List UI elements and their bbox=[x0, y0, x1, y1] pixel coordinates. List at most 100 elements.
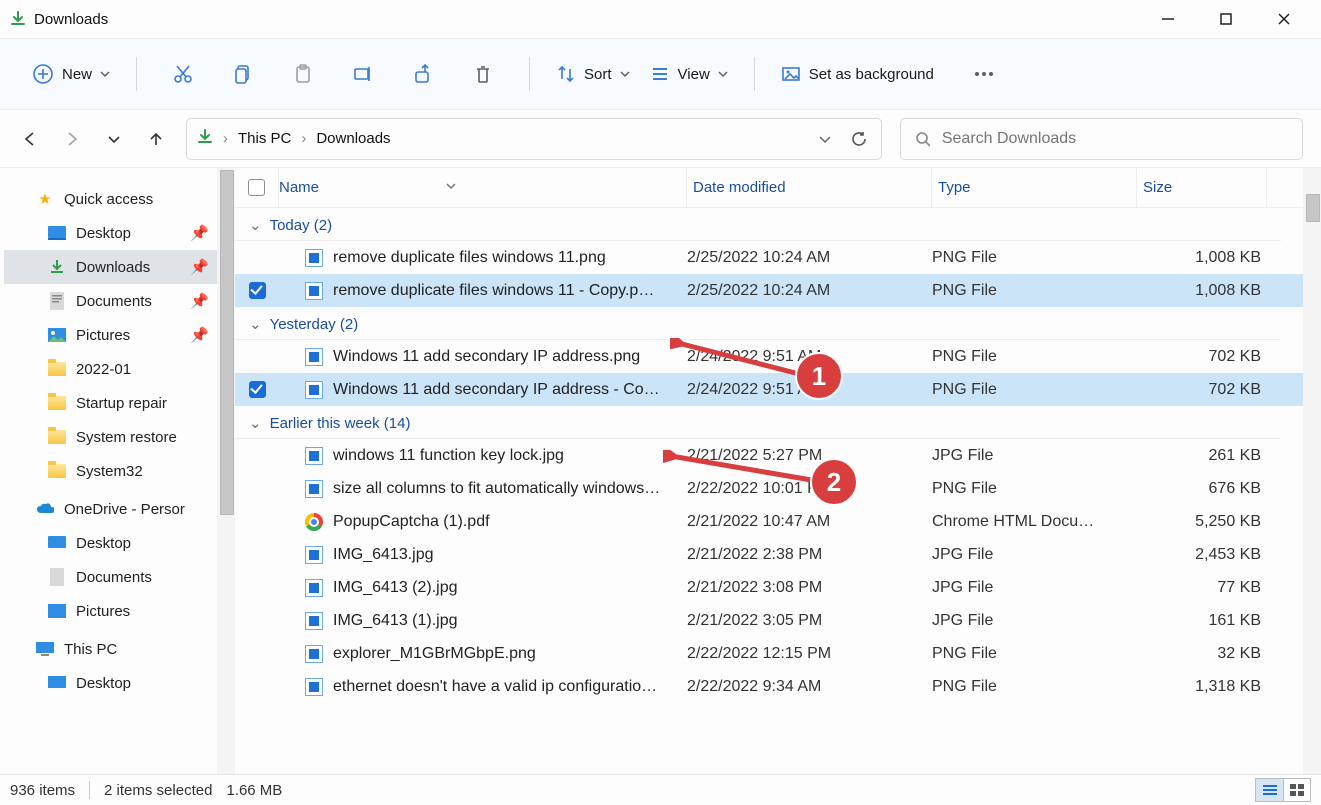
select-all-checkbox[interactable] bbox=[235, 168, 279, 207]
title-bar: Downloads bbox=[0, 0, 1321, 38]
chevron-down-icon bbox=[620, 69, 630, 79]
jpg-icon bbox=[305, 447, 323, 465]
file-row[interactable]: Windows 11 add secondary IP address - Co… bbox=[235, 373, 1321, 406]
delete-button[interactable] bbox=[463, 54, 503, 94]
png-icon bbox=[305, 282, 323, 300]
view-button[interactable]: View bbox=[640, 54, 738, 94]
sidebar-documents[interactable]: Documents📌 bbox=[4, 284, 235, 318]
sidebar-downloads[interactable]: Downloads📌 bbox=[4, 250, 235, 284]
chevron-right-icon: › bbox=[223, 130, 228, 147]
sidebar-startup-repair[interactable]: Startup repair bbox=[4, 386, 235, 420]
sidebar-scrollbar[interactable] bbox=[217, 168, 235, 774]
jpg-icon bbox=[305, 579, 323, 597]
file-row[interactable]: IMG_6413 (2).jpg2/21/2022 3:08 PMJPG Fil… bbox=[235, 571, 1321, 604]
file-row[interactable]: PopupCaptcha (1).pdf2/21/2022 10:47 AMCh… bbox=[235, 505, 1321, 538]
file-row[interactable]: windows 11 function key lock.jpg2/21/202… bbox=[235, 439, 1321, 472]
pin-icon: 📌 bbox=[190, 326, 209, 344]
sidebar-onedrive[interactable]: OneDrive - Persor bbox=[4, 492, 235, 526]
chevron-down-icon bbox=[445, 179, 457, 196]
png-icon bbox=[305, 249, 323, 267]
folder-icon bbox=[48, 428, 66, 446]
column-size[interactable]: Size bbox=[1137, 168, 1267, 207]
scrollbar-thumb[interactable] bbox=[1306, 194, 1320, 222]
scissors-icon bbox=[173, 64, 193, 84]
png-icon bbox=[305, 645, 323, 663]
nav-row: › This PC › Downloads bbox=[0, 110, 1321, 168]
sidebar-pc-desktop[interactable]: Desktop bbox=[4, 666, 235, 700]
sidebar-this-pc[interactable]: This PC bbox=[4, 632, 235, 666]
sidebar-od-documents[interactable]: Documents bbox=[4, 560, 235, 594]
new-button[interactable]: New bbox=[22, 54, 120, 94]
sidebar-od-desktop[interactable]: Desktop bbox=[4, 526, 235, 560]
file-row[interactable]: explorer_M1GBrMGbpE.png2/22/2022 12:15 P… bbox=[235, 637, 1321, 670]
view-label: View bbox=[678, 66, 710, 83]
pin-icon: 📌 bbox=[190, 292, 209, 310]
file-list: Name Date modified Type Size ⌄Today (2) … bbox=[235, 168, 1321, 774]
cloud-icon bbox=[36, 500, 54, 518]
sidebar-desktop[interactable]: Desktop📌 bbox=[4, 216, 235, 250]
chevron-down-icon: ⌄ bbox=[249, 414, 262, 432]
file-row[interactable]: Windows 11 add secondary IP address.png2… bbox=[235, 340, 1321, 373]
paste-button[interactable] bbox=[283, 54, 323, 94]
checkbox-checked[interactable] bbox=[249, 282, 266, 299]
group-today[interactable]: ⌄Today (2) bbox=[235, 208, 1281, 241]
column-date[interactable]: Date modified bbox=[687, 168, 932, 207]
set-background-button[interactable]: Set as background bbox=[771, 54, 944, 94]
content-scrollbar[interactable] bbox=[1303, 168, 1321, 774]
copy-icon bbox=[233, 64, 253, 84]
more-button[interactable] bbox=[964, 54, 1004, 94]
file-row[interactable]: size all columns to fit automatically wi… bbox=[235, 472, 1321, 505]
png-icon bbox=[305, 348, 323, 366]
rename-icon bbox=[353, 64, 373, 84]
group-earlier[interactable]: ⌄Earlier this week (14) bbox=[235, 406, 1281, 439]
address-bar[interactable]: › This PC › Downloads bbox=[186, 118, 882, 160]
column-type[interactable]: Type bbox=[932, 168, 1137, 207]
file-row[interactable]: remove duplicate files windows 11 - Copy… bbox=[235, 274, 1321, 307]
maximize-button[interactable] bbox=[1217, 10, 1235, 28]
search-box[interactable] bbox=[900, 118, 1303, 160]
chevron-down-icon: ⌄ bbox=[249, 216, 262, 234]
rename-button[interactable] bbox=[343, 54, 383, 94]
forward-button[interactable] bbox=[60, 127, 84, 151]
png-icon bbox=[305, 381, 323, 399]
refresh-button[interactable] bbox=[847, 127, 871, 151]
sidebar-pictures[interactable]: Pictures📌 bbox=[4, 318, 235, 352]
picture-icon bbox=[48, 602, 66, 620]
copy-button[interactable] bbox=[223, 54, 263, 94]
file-row[interactable]: IMG_6413 (1).jpg2/21/2022 3:05 PMJPG Fil… bbox=[235, 604, 1321, 637]
sidebar-od-pictures[interactable]: Pictures bbox=[4, 594, 235, 628]
command-bar: New Sort View Set as background bbox=[0, 38, 1321, 110]
details-view-button[interactable] bbox=[1255, 778, 1283, 802]
sidebar-system-restore[interactable]: System restore bbox=[4, 420, 235, 454]
file-row[interactable]: ethernet doesn't have a valid ip configu… bbox=[235, 670, 1321, 703]
sidebar-2022-01[interactable]: 2022-01 bbox=[4, 352, 235, 386]
back-button[interactable] bbox=[18, 127, 42, 151]
sidebar-system32[interactable]: System32 bbox=[4, 454, 235, 488]
search-input[interactable] bbox=[942, 130, 1288, 148]
ellipsis-icon bbox=[974, 71, 994, 77]
breadcrumb-root[interactable]: This PC bbox=[238, 130, 291, 147]
close-button[interactable] bbox=[1275, 10, 1293, 28]
scrollbar-thumb[interactable] bbox=[220, 170, 234, 515]
address-dropdown[interactable] bbox=[813, 127, 837, 151]
pin-icon: 📌 bbox=[190, 224, 209, 242]
group-yesterday[interactable]: ⌄Yesterday (2) bbox=[235, 307, 1281, 340]
icons-view-button[interactable] bbox=[1283, 778, 1311, 802]
folder-icon bbox=[48, 394, 66, 412]
cut-button[interactable] bbox=[163, 54, 203, 94]
checkbox-checked[interactable] bbox=[249, 381, 266, 398]
chevron-down-icon: ⌄ bbox=[249, 315, 262, 333]
background-label: Set as background bbox=[809, 66, 934, 83]
breadcrumb-current[interactable]: Downloads bbox=[316, 130, 390, 147]
view-switcher bbox=[1255, 778, 1311, 802]
file-row[interactable]: IMG_6413.jpg2/21/2022 2:38 PMJPG File2,4… bbox=[235, 538, 1321, 571]
up-button[interactable] bbox=[144, 127, 168, 151]
column-name[interactable]: Name bbox=[279, 168, 687, 207]
sort-button[interactable]: Sort bbox=[546, 54, 640, 94]
file-row[interactable]: remove duplicate files windows 11.png2/2… bbox=[235, 241, 1321, 274]
minimize-button[interactable] bbox=[1159, 10, 1177, 28]
share-button[interactable] bbox=[403, 54, 443, 94]
recent-button[interactable] bbox=[102, 127, 126, 151]
sidebar-quick-access[interactable]: ★Quick access bbox=[4, 182, 235, 216]
plus-circle-icon bbox=[32, 63, 54, 85]
